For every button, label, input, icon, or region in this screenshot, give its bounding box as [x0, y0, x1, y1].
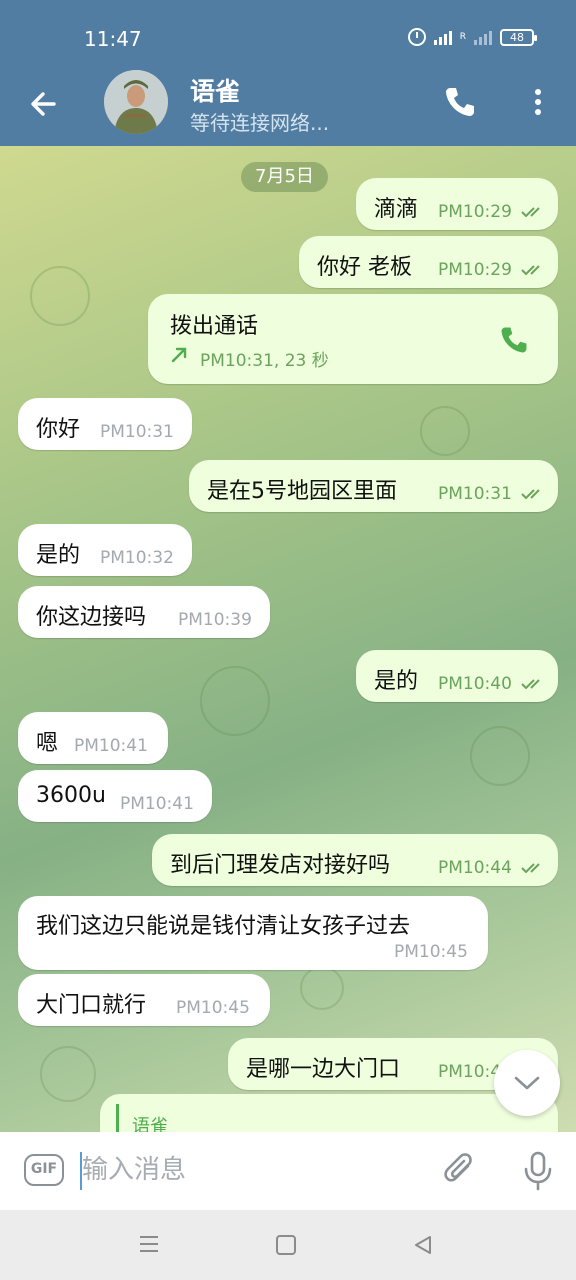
status-bar: 11:47 R 48: [0, 0, 576, 64]
double-check-icon: [521, 489, 541, 500]
message-text: 你好 老板: [317, 255, 412, 280]
signal-icon: [433, 29, 452, 45]
phone-call-icon[interactable]: [442, 84, 478, 120]
chevron-down-icon: [514, 1076, 540, 1090]
message-text: 你好: [36, 417, 81, 442]
chat-title: 语雀: [190, 77, 241, 106]
message-text: 你这边接吗: [36, 605, 147, 630]
message-bubble-outgoing-reply[interactable]: 语雀: [100, 1094, 558, 1132]
message-text: 大门口就行: [36, 993, 147, 1018]
message-input[interactable]: [82, 1150, 412, 1190]
wallpaper-doodle: [470, 726, 530, 786]
message-text: 滴滴: [374, 197, 419, 222]
message-bubble-outgoing[interactable]: 是的 PM10:40: [356, 650, 558, 702]
alarm-icon: [407, 28, 426, 46]
wallpaper-doodle: [420, 406, 470, 456]
message-time: PM10:39: [178, 610, 252, 630]
battery-icon: 48: [500, 28, 537, 46]
home-button[interactable]: [276, 1235, 296, 1255]
message-bubble-incoming[interactable]: 你这边接吗 PM10:39: [18, 586, 270, 638]
double-check-icon: [521, 265, 541, 276]
message-text: 是哪一边大门口: [246, 1057, 401, 1082]
message-text: 是在5号地园区里面: [207, 479, 397, 504]
message-bubble-outgoing[interactable]: 你好 老板 PM10:29: [299, 236, 558, 288]
message-bubble-incoming[interactable]: 你好 PM10:31: [18, 398, 192, 450]
system-navigation-bar: [0, 1210, 576, 1280]
double-check-icon: [521, 207, 541, 218]
phone-icon[interactable]: [498, 324, 530, 356]
wallpaper-doodle: [30, 266, 90, 326]
message-bubble-outgoing[interactable]: 到后门理发店对接好吗 PM10:44: [152, 834, 558, 886]
message-bubble-incoming[interactable]: 大门口就行 PM10:45: [18, 974, 270, 1026]
message-time: PM10:31: [100, 422, 174, 442]
message-text: 嗯: [36, 731, 59, 756]
microphone-icon[interactable]: [520, 1150, 556, 1192]
outgoing-call-arrow-icon: [171, 347, 187, 363]
menu-icon[interactable]: [138, 1234, 160, 1254]
connection-status: 等待连接网络...: [190, 111, 330, 135]
call-title: 拨出通话: [170, 314, 259, 339]
message-text: 到后门理发店对接好吗: [170, 853, 391, 878]
roaming-label: R: [459, 32, 466, 42]
double-check-icon: [521, 679, 541, 690]
status-icons: R 48: [407, 28, 537, 46]
back-arrow-icon[interactable]: [24, 84, 64, 124]
wallpaper-doodle: [300, 966, 344, 1010]
reply-sender: 语雀: [132, 1116, 168, 1132]
wallpaper-doodle: [200, 666, 270, 736]
call-detail: PM10:31, 23 秒: [200, 351, 329, 371]
more-options-icon[interactable]: [526, 86, 550, 118]
message-time: PM10:31: [438, 484, 547, 504]
message-time: PM10:45: [394, 942, 468, 962]
message-time: PM10:29: [438, 202, 547, 222]
double-check-icon: [521, 863, 541, 874]
message-text: 是的: [374, 669, 419, 694]
reply-quote-bar: [116, 1104, 119, 1132]
message-time: PM10:41: [120, 794, 194, 814]
message-list[interactable]: 7月5日 滴滴 PM10:29 你好 老板 PM10:29 拨出通话 PM10:…: [0, 146, 576, 1132]
chat-header: 11:47 R 48 语雀 等待连接网络...: [0, 0, 576, 146]
message-bubble-incoming[interactable]: 3600u PM10:41: [18, 770, 212, 822]
date-chip: 7月5日: [241, 162, 328, 192]
call-bubble-outgoing[interactable]: 拨出通话 PM10:31, 23 秒: [148, 294, 558, 384]
message-bubble-incoming[interactable]: 嗯 PM10:41: [18, 712, 168, 764]
message-time: PM10:41: [74, 736, 148, 756]
gif-button[interactable]: GIF: [24, 1154, 64, 1186]
message-time: PM10:32: [100, 548, 174, 568]
wallpaper-doodle: [40, 1046, 96, 1102]
message-bubble-incoming[interactable]: 我们这边只能说是钱付清让女孩子过去 PM10:45: [18, 896, 488, 970]
signal-icon: [474, 29, 492, 45]
scroll-down-button[interactable]: [494, 1050, 560, 1116]
message-time: PM10:29: [438, 260, 547, 280]
message-bubble-outgoing[interactable]: 是在5号地园区里面 PM10:31: [189, 460, 558, 512]
avatar[interactable]: [104, 70, 168, 134]
message-time: PM10:40: [438, 674, 547, 694]
message-text: 3600u: [36, 783, 106, 808]
back-triangle-icon[interactable]: [412, 1234, 434, 1256]
message-time: PM10:4: [438, 1062, 502, 1082]
message-composer: GIF: [0, 1132, 576, 1210]
paperclip-icon[interactable]: [442, 1152, 478, 1190]
message-time: PM10:45: [176, 998, 250, 1018]
status-time: 11:47: [84, 27, 142, 51]
message-text: 是的: [36, 543, 81, 568]
message-text: 我们这边只能说是钱付清让女孩子过去: [36, 914, 411, 939]
message-bubble-outgoing[interactable]: 滴滴 PM10:29: [356, 178, 558, 230]
message-bubble-incoming[interactable]: 是的 PM10:32: [18, 524, 192, 576]
avatar-photo-icon: [104, 70, 168, 134]
message-time: PM10:44: [438, 858, 547, 878]
